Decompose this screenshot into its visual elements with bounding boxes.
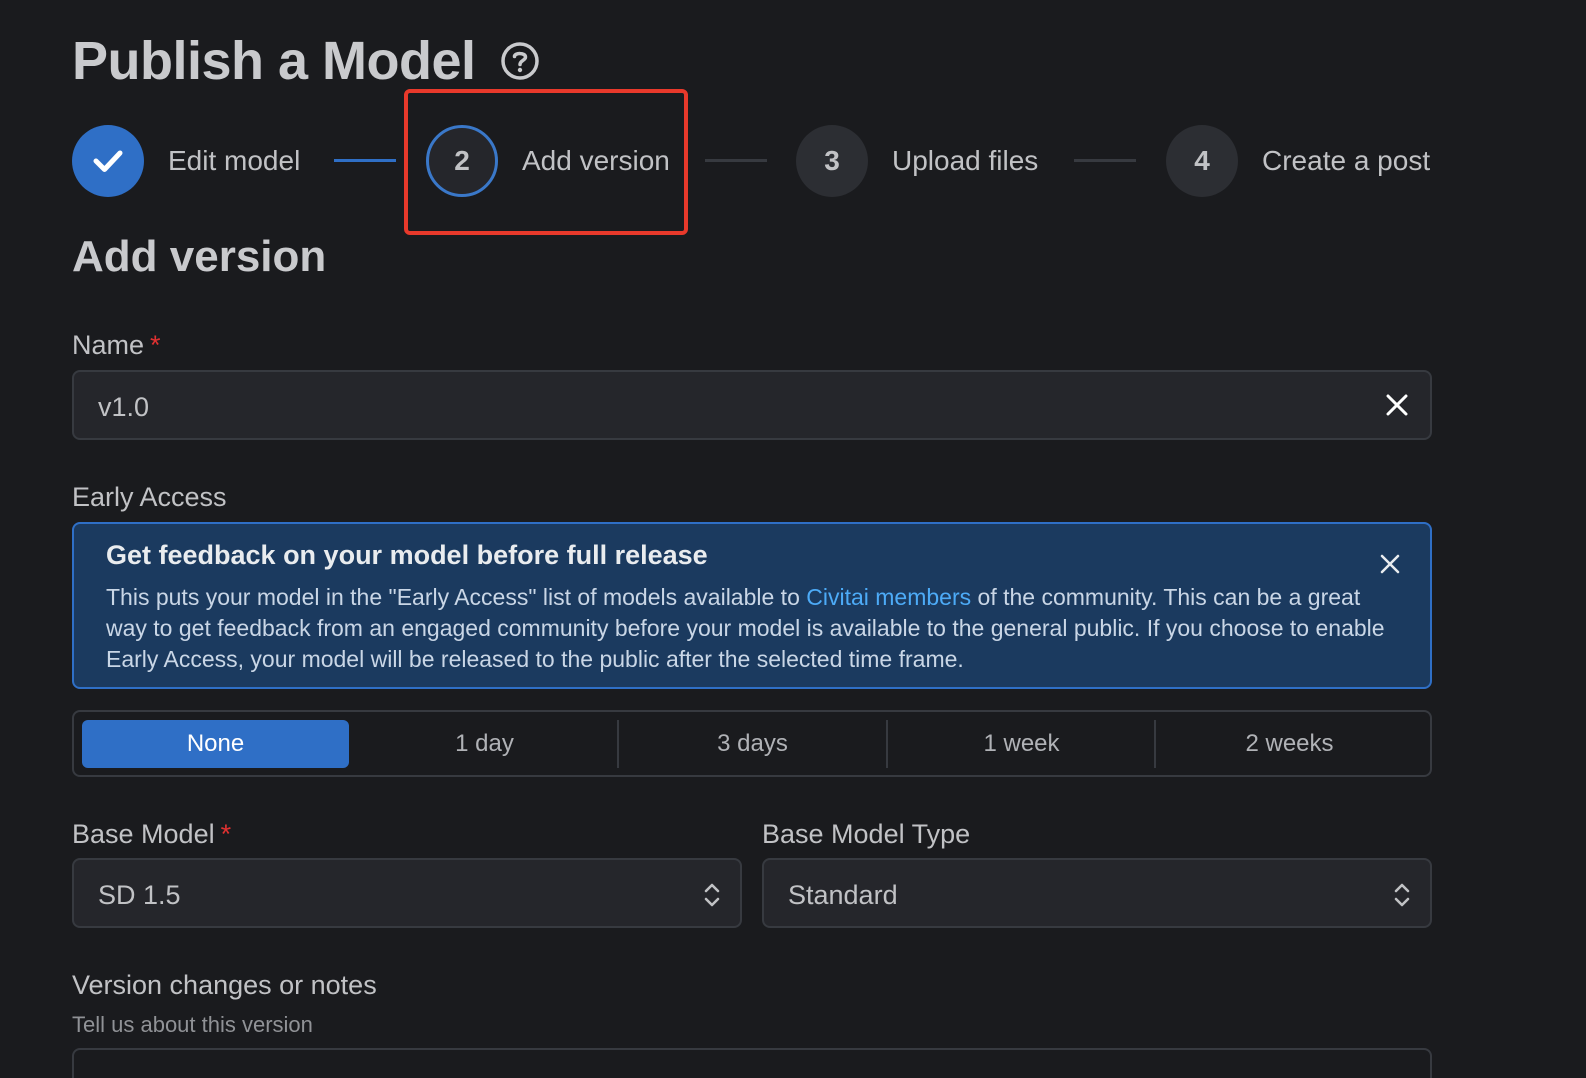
step-connector bbox=[334, 159, 396, 162]
early-access-selector: None 1 day 3 days 1 week 2 weeks bbox=[72, 710, 1432, 777]
step-create-post[interactable]: 4 Create a post bbox=[1166, 125, 1430, 197]
base-model-type-value: Standard bbox=[788, 880, 898, 910]
base-model-label-text: Base Model bbox=[72, 819, 215, 849]
option-1-day[interactable]: 1 day bbox=[351, 720, 618, 768]
base-model-value: SD 1.5 bbox=[98, 880, 181, 910]
early-access-label: Early Access bbox=[72, 482, 227, 512]
step-connector bbox=[705, 159, 767, 162]
active-step-highlight bbox=[404, 89, 688, 235]
option-3-days[interactable]: 3 days bbox=[619, 720, 886, 768]
chevron-up-down-icon bbox=[1394, 883, 1410, 907]
base-model-type-select[interactable]: Standard bbox=[762, 858, 1432, 928]
option-2-weeks[interactable]: 2 weeks bbox=[1156, 720, 1423, 768]
base-model-label: Base Model * bbox=[72, 819, 231, 850]
option-1-week[interactable]: 1 week bbox=[888, 720, 1155, 768]
step-label: Edit model bbox=[168, 145, 301, 176]
section-title: Add version bbox=[72, 232, 327, 281]
name-label: Name * bbox=[72, 330, 161, 361]
step-number-badge: 3 bbox=[796, 125, 868, 197]
notes-label: Version changes or notes bbox=[72, 970, 377, 1000]
required-asterisk: * bbox=[220, 819, 232, 849]
option-none[interactable]: None bbox=[82, 720, 349, 768]
notes-description: Tell us about this version bbox=[72, 1012, 313, 1037]
alert-body: This puts your model in the "Early Acces… bbox=[106, 582, 1386, 675]
step-completed-indicator bbox=[72, 125, 144, 197]
question-circle-icon[interactable] bbox=[500, 41, 540, 81]
name-input[interactable]: v1.0 bbox=[72, 370, 1432, 440]
name-label-text: Name bbox=[72, 330, 145, 360]
chevron-up-down-icon bbox=[704, 883, 720, 907]
page-header: Publish a Model bbox=[72, 30, 540, 92]
alert-title: Get feedback on your model before full r… bbox=[106, 540, 708, 570]
close-icon[interactable] bbox=[1378, 552, 1402, 576]
step-number-badge: 4 bbox=[1166, 125, 1238, 197]
step-label: Upload files bbox=[892, 145, 1039, 176]
notes-editor[interactable] bbox=[72, 1048, 1432, 1078]
step-connector bbox=[1074, 159, 1136, 162]
step-label: Create a post bbox=[1262, 145, 1431, 176]
name-input-value: v1.0 bbox=[98, 392, 150, 422]
required-asterisk: * bbox=[150, 330, 161, 360]
step-edit-model[interactable]: Edit model bbox=[72, 125, 300, 197]
civitai-members-link[interactable]: Civitai members bbox=[806, 584, 971, 610]
check-icon bbox=[93, 150, 123, 172]
step-upload-files[interactable]: 3 Upload files bbox=[796, 125, 1038, 197]
page-title: Publish a Model bbox=[72, 31, 476, 91]
base-model-select[interactable]: SD 1.5 bbox=[72, 858, 742, 928]
close-icon[interactable] bbox=[1382, 390, 1412, 420]
early-access-alert: Get feedback on your model before full r… bbox=[72, 522, 1432, 689]
base-model-type-label: Base Model Type bbox=[762, 819, 971, 849]
alert-text: This puts your model in the "Early Acces… bbox=[106, 584, 807, 610]
